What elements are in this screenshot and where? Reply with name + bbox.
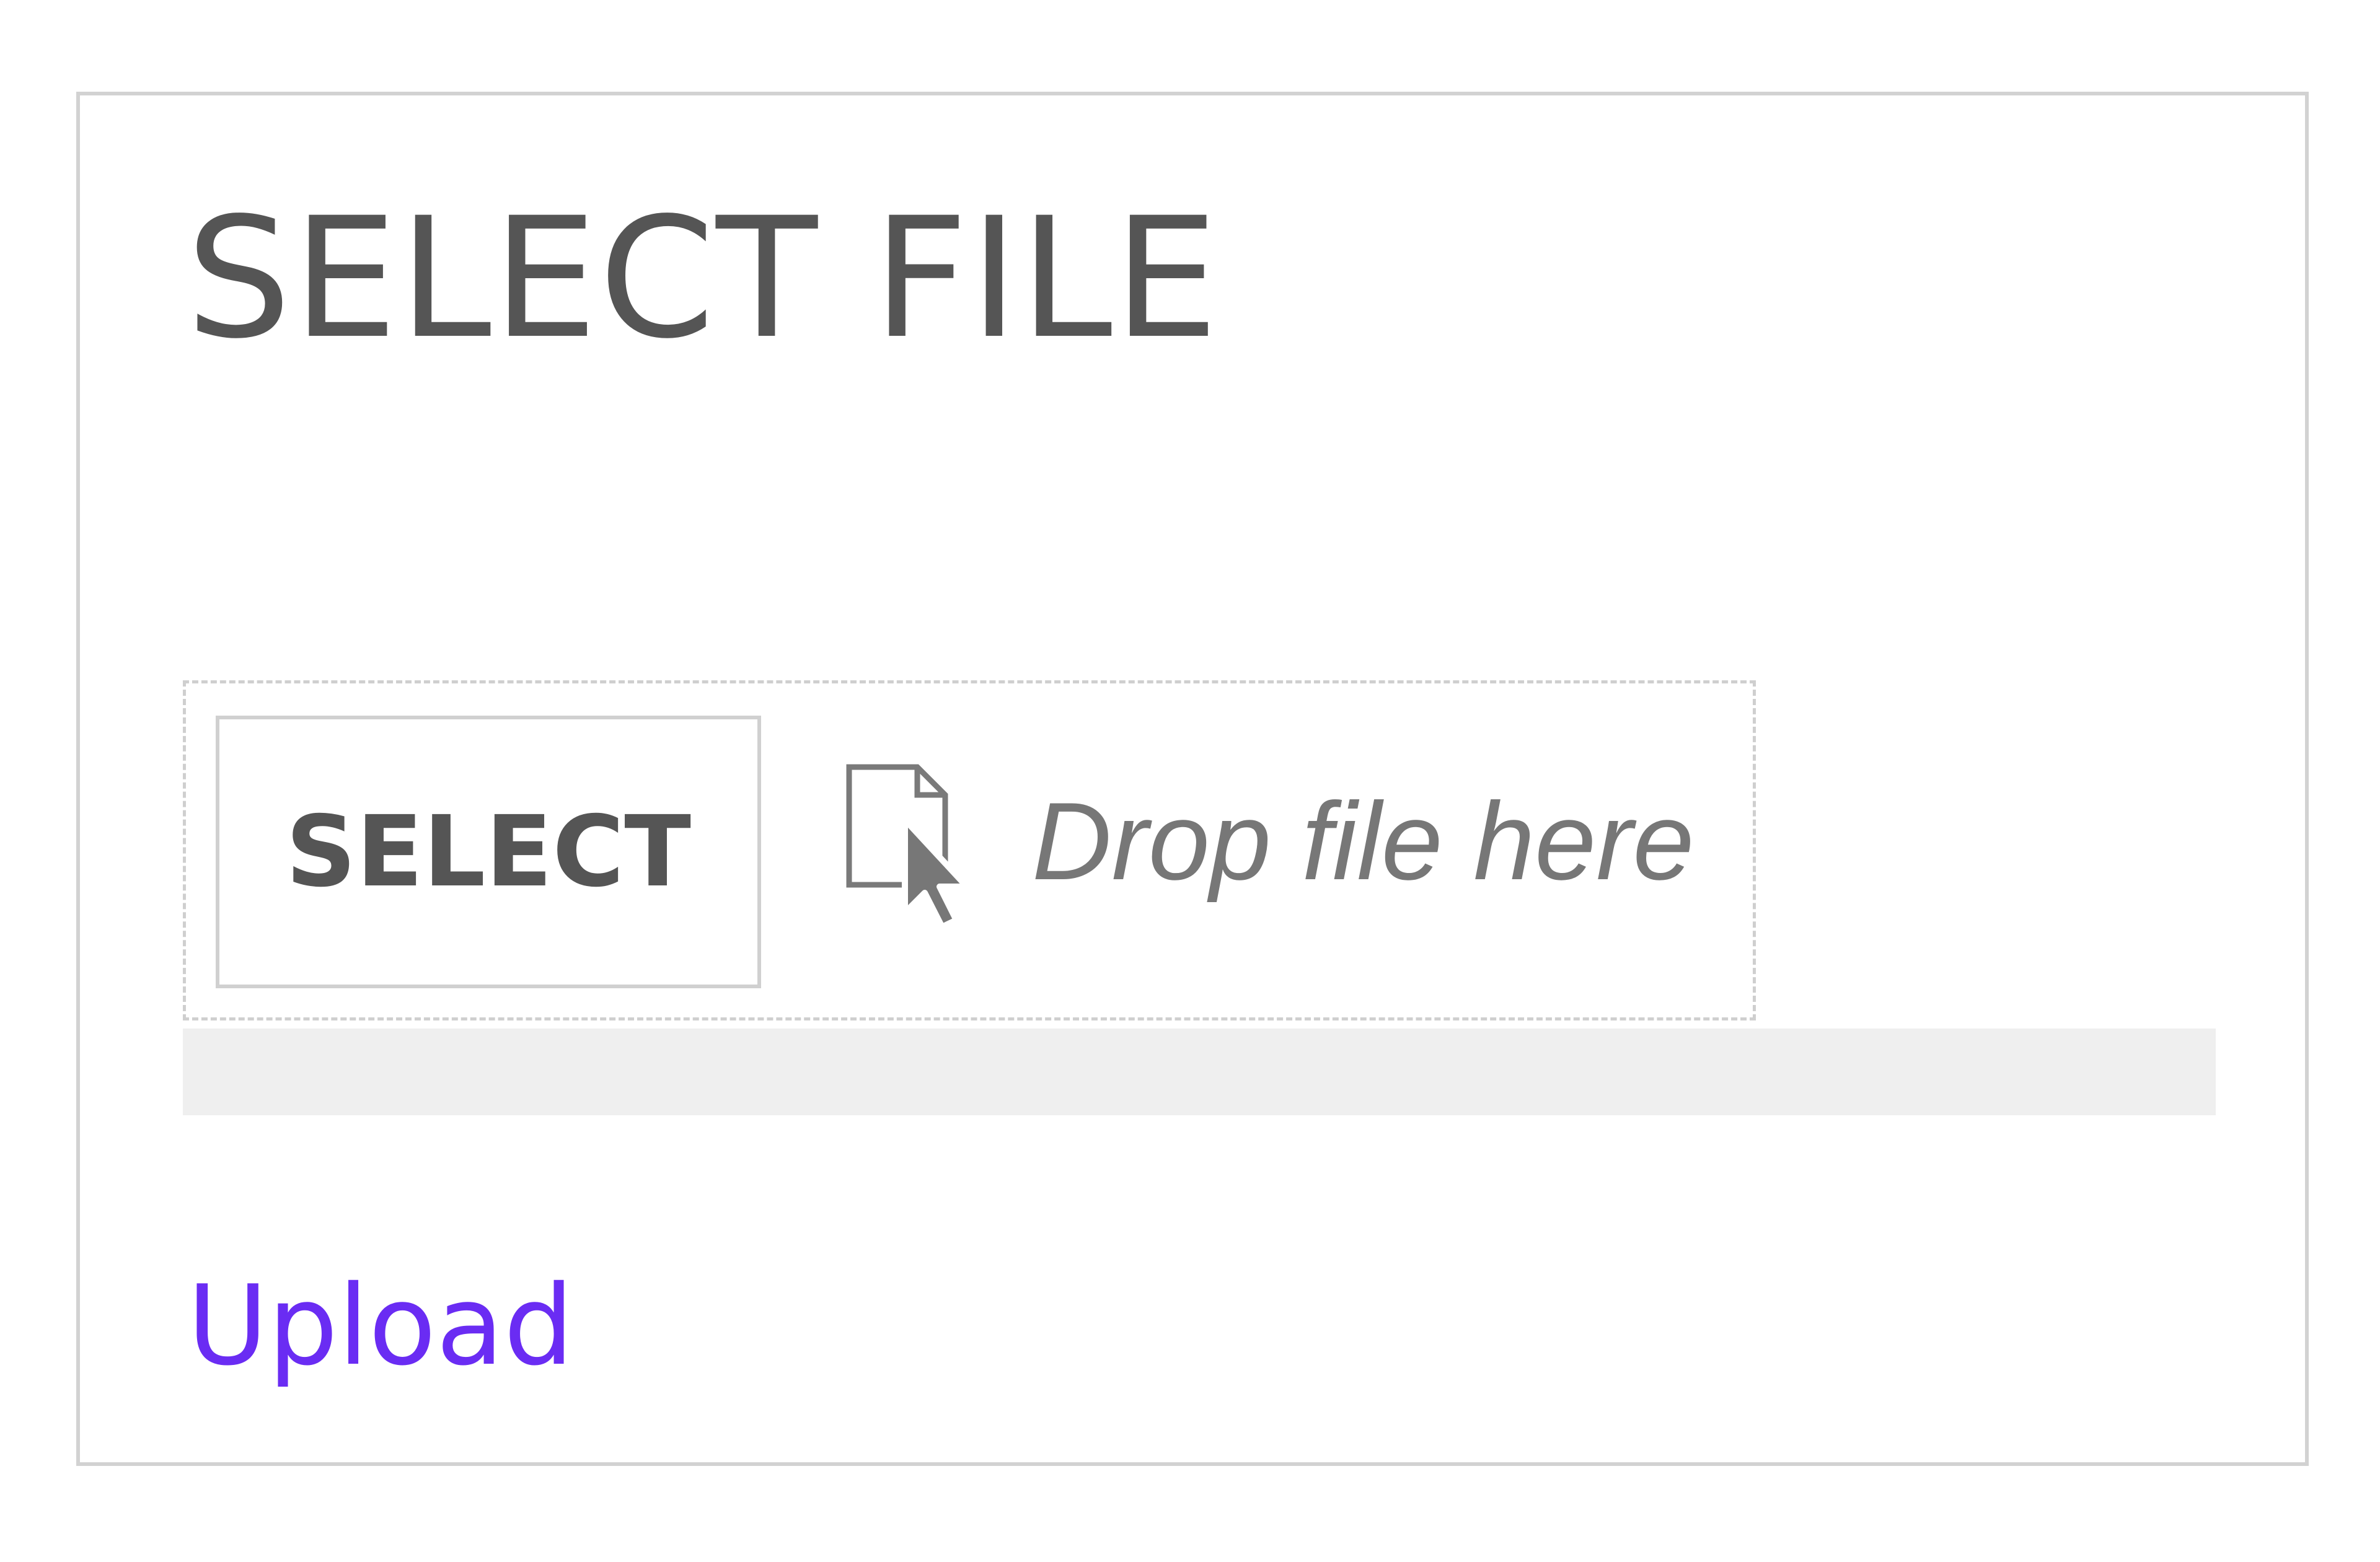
upload-progress-bar	[183, 1029, 2216, 1115]
select-file-button[interactable]: SELECT	[216, 716, 761, 988]
upload-link[interactable]: Upload	[187, 1258, 574, 1394]
drop-file-hint: Drop file here	[1032, 779, 1695, 903]
file-with-cursor-icon	[843, 761, 979, 934]
panel-title: SELECT FILE	[186, 182, 1220, 375]
